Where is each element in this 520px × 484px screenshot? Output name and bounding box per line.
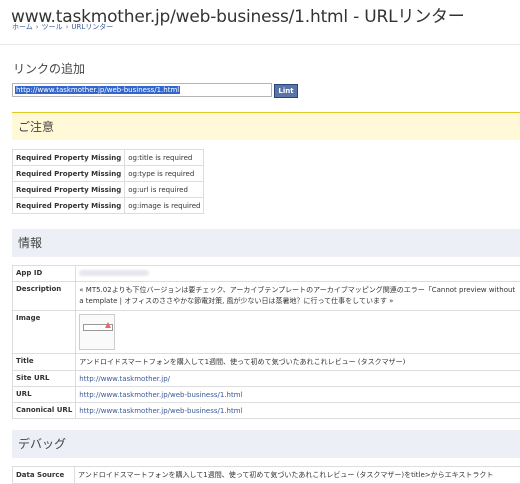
warning-triangle-icon: [105, 322, 111, 328]
breadcrumb-home-link[interactable]: ホーム: [12, 23, 33, 31]
warning-key: Required Property Missing: [13, 198, 125, 214]
breadcrumb-tools-link[interactable]: ツール: [42, 23, 63, 31]
warnings-header: ご注意: [12, 112, 520, 140]
site-url-label: Site URL: [13, 371, 76, 387]
data-source-label: Data Source: [13, 467, 75, 484]
url-label: URL: [13, 387, 76, 403]
canonical-url-link[interactable]: http://www.taskmother.jp/web-business/1.…: [79, 407, 242, 415]
app-id-value: [76, 266, 520, 282]
debug-header: デバッグ: [12, 430, 520, 458]
warning-key: Required Property Missing: [13, 182, 125, 198]
table-row: Description« MT5.02よりも下位バージョンは要チェック、アーカイ…: [13, 282, 520, 311]
table-row: URLhttp://www.taskmother.jp/web-business…: [13, 387, 520, 403]
warning-value: og:title is required: [125, 150, 204, 166]
warning-value: og:image is required: [125, 198, 204, 214]
info-table: App ID Description« MT5.02よりも下位バージョンは要チェ…: [12, 265, 520, 419]
table-row: Data Sourceアンドロイドスマートフォンを購入して1週間、使って初めて気…: [13, 467, 520, 484]
description-label: Description: [13, 282, 76, 311]
image-label: Image: [13, 311, 76, 354]
info-header: 情報: [12, 229, 520, 257]
table-row: Required Property Missingog:image is req…: [13, 198, 204, 214]
table-row: Required Property Missingog:title is req…: [13, 150, 204, 166]
table-row: Titleアンドロイドスマートフォンを購入して1週間、使って初めて気づいたあれこ…: [13, 354, 520, 371]
warning-value: og:type is required: [125, 166, 204, 182]
title-label: Title: [13, 354, 76, 371]
warning-key: Required Property Missing: [13, 166, 125, 182]
table-row: Canonical URLhttp://www.taskmother.jp/we…: [13, 403, 520, 419]
breadcrumb-current[interactable]: URLリンター: [71, 23, 113, 31]
url-link[interactable]: http://www.taskmother.jp/web-business/1.…: [79, 391, 242, 399]
breadcrumb-separator: ›: [36, 23, 39, 31]
app-id-label: App ID: [13, 266, 76, 282]
breadcrumb-separator: ›: [66, 23, 69, 31]
image-value: [76, 311, 520, 354]
table-row: Required Property Missingog:type is requ…: [13, 166, 204, 182]
url-input-value: http://www.taskmother.jp/web-business/1.…: [15, 86, 180, 94]
app-id-redacted: [79, 270, 149, 276]
warning-value: og:url is required: [125, 182, 204, 198]
url-input[interactable]: http://www.taskmother.jp/web-business/1.…: [12, 83, 272, 97]
breadcrumb: ホーム›ツール›URLリンター: [12, 22, 113, 32]
site-url-link[interactable]: http://www.taskmother.jp/: [79, 375, 170, 383]
description-value: « MT5.02よりも下位バージョンは要チェック、アーカイブテンプレートのアーカ…: [76, 282, 520, 311]
canonical-url-label: Canonical URL: [13, 403, 76, 419]
add-link-heading: リンクの追加: [13, 60, 85, 77]
header-divider: [0, 44, 520, 45]
table-row: Required Property Missingog:url is requi…: [13, 182, 204, 198]
title-value: アンドロイドスマートフォンを購入して1週間、使って初めて気づいたあれこれレビュー…: [76, 354, 520, 371]
table-row: App ID: [13, 266, 520, 282]
og-image-thumbnail[interactable]: [79, 314, 115, 350]
data-source-value: アンドロイドスマートフォンを購入して1週間、使って初めて気づいたあれこれレビュー…: [75, 467, 520, 484]
debug-table: Data Sourceアンドロイドスマートフォンを購入して1週間、使って初めて気…: [12, 466, 520, 484]
table-row: Site URLhttp://www.taskmother.jp/: [13, 371, 520, 387]
lint-button[interactable]: Lint: [274, 84, 298, 98]
table-row: Image: [13, 311, 520, 354]
warning-key: Required Property Missing: [13, 150, 125, 166]
warnings-table: Required Property Missingog:title is req…: [12, 149, 204, 214]
